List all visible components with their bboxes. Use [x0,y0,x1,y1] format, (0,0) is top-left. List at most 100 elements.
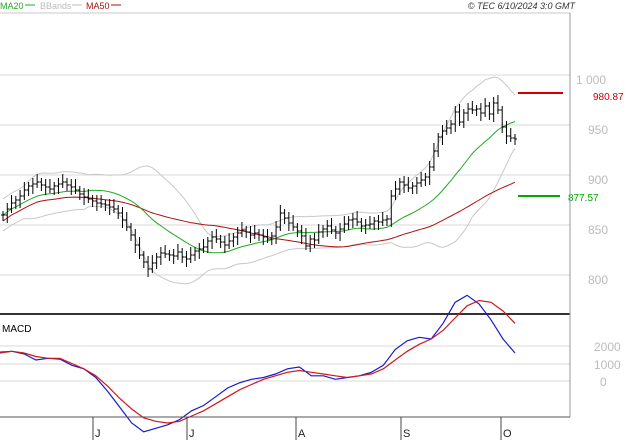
ohlc-bar [338,223,343,241]
x-tick-label: J [189,428,195,440]
ohlc-bar [257,229,261,241]
level-label-resistance: 980.87 [593,92,624,103]
ohlc-bar [175,244,180,260]
ohlc-bar [150,255,155,273]
ohlc-bar [513,134,517,145]
ohlc-bar [397,178,402,195]
legend-bbands-label: BBands [40,1,72,11]
copyright-text: © TEC 6/10/2024 3:0 GMT [468,1,577,11]
bollinger-bands [2,76,516,285]
ohlc-bar [299,225,304,244]
ohlc-bar [478,103,483,121]
ohlc-bar [410,182,415,194]
ohlc-bar [248,226,253,243]
ohlc-bar [483,98,488,117]
ohlc-bar [346,216,351,230]
ohlc-bar [367,216,372,229]
y-tick-label: 850 [588,223,608,237]
ohlc-bar [286,212,291,231]
ohlc-bar [154,253,159,269]
ohlc-bar [69,179,74,195]
ohlc-bar [77,186,82,200]
ohlc-bar [474,105,479,116]
ohlc-bar [325,220,330,237]
ohlc-bar [180,248,185,263]
level-label-support: 877.57 [568,193,599,204]
macd-panel: MACD 2000 1000 0 [0,294,621,433]
ohlc-bar [419,172,424,187]
ohlc-bar [26,182,31,196]
ohlc-bar [261,229,266,245]
ohlc-bar [107,199,112,215]
price-panel-grid [0,12,570,276]
ohlc-bar [487,102,492,120]
x-tick-label: A [298,428,306,440]
legend: MA20 BBands MA50 © TEC 6/10/2024 3:0 GMT [0,1,576,11]
ohlc-bar [56,178,61,194]
ohlc-bar [406,177,411,192]
y-tick-label: 900 [588,173,608,187]
level-markers: 980.87 877.57 [518,92,624,204]
y-tick-label: 1 000 [576,73,606,87]
ohlc-bar [414,177,419,194]
ohlc-bar [333,226,338,239]
ohlc-bar [30,178,35,194]
ohlc-bar [47,179,52,193]
ohlc-bar [508,128,513,142]
ohlc-bar [184,251,189,267]
ohlc-bar [94,195,99,211]
ohlc-bar [376,215,381,230]
ohlc-bar [60,174,65,188]
ohlc-bar [239,222,244,237]
ohlc-bar [350,213,355,228]
ohlc-bar [167,250,172,261]
ohlc-bar [385,215,389,226]
x-tick-label: J [95,428,101,440]
ohlc-bar [73,179,78,194]
x-tick-label: O [503,428,512,440]
ohlc-bar [210,231,215,249]
ohlc-bar [303,228,308,250]
ohlc-bar [90,195,95,207]
ohlc-bar [188,247,193,263]
ohlc-bar [231,233,236,247]
ohlc-bar [39,178,44,191]
signal-line [0,299,516,424]
stock-chart: MA20 BBands MA50 © TEC 6/10/2024 3:0 GMT… [0,1,624,440]
ohlc-bar [316,224,321,244]
macd-title: MACD [2,324,31,335]
ohlc-bar [163,245,168,258]
y-tick-label: 800 [588,273,608,287]
ohlc-bar [491,97,496,122]
ohlc-bar [402,176,407,193]
ohlc-bar [355,211,360,226]
ohlc-bar [43,179,48,195]
ohlc-bar [312,233,317,248]
ohlc-bar [380,212,385,226]
ohlc-bar [35,174,40,188]
ohlc-bar [457,104,462,126]
ohlc-bar [205,237,210,253]
ohlc-bar [214,229,219,243]
macd-y-tick-label: 2000 [594,340,621,354]
price-y-axis: 1 000 950 900 850 800 [576,73,608,287]
ohlc-bar [495,95,500,114]
ohlc-bar [158,247,163,265]
ohlc-bar [222,236,227,253]
bollinger-lower-line [2,147,516,285]
x-tick-label: S [403,428,410,440]
ohlc-bar [436,133,441,157]
ohlc-bar [466,103,471,121]
y-tick-label: 950 [588,123,608,137]
ohlc-bar [82,188,87,205]
ohlc-bar [470,101,475,114]
ohlc-bar [116,205,121,219]
ohlc-bar [453,106,458,132]
ohlc-bar [449,120,453,134]
ohlc-bar [193,247,197,261]
legend-ma50-label: MA50 [86,1,110,11]
ohlc-bar [137,237,142,259]
ohlc-bar [197,243,202,259]
macd-y-tick-label: 0 [600,375,607,389]
ohlc-bars [1,95,517,277]
